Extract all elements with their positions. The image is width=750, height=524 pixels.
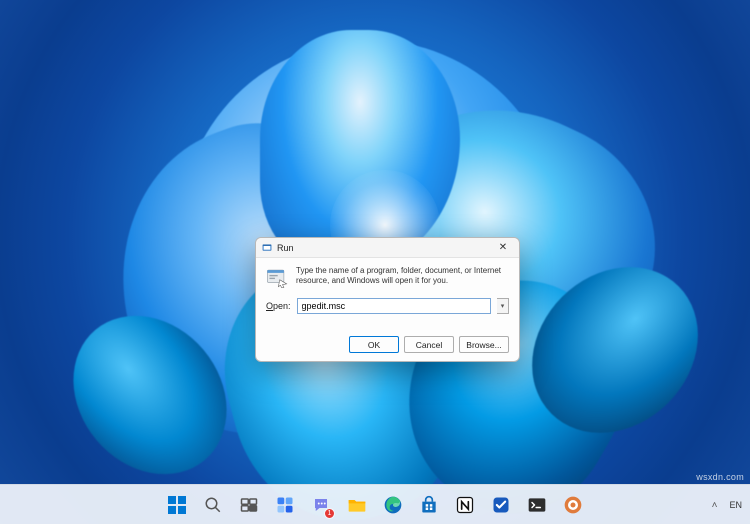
desktop: wsxdn.com Run ✕ Type the name of a progr…	[0, 0, 750, 524]
dialog-description: Type the name of a program, folder, docu…	[296, 266, 509, 287]
dialog-button-row: OK Cancel Browse...	[256, 330, 519, 361]
todo-icon	[491, 495, 511, 515]
browse-button[interactable]: Browse...	[459, 336, 509, 353]
terminal-icon	[527, 495, 547, 515]
task-view-button[interactable]	[234, 490, 264, 520]
game-icon	[563, 495, 583, 515]
edge-button[interactable]	[378, 490, 408, 520]
ok-button[interactable]: OK	[349, 336, 399, 353]
titlebar[interactable]: Run ✕	[256, 238, 519, 258]
watermark-text: wsxdn.com	[696, 472, 744, 482]
explorer-icon	[347, 495, 367, 515]
start-icon	[167, 495, 187, 515]
cancel-button[interactable]: Cancel	[404, 336, 454, 353]
close-icon: ✕	[499, 243, 507, 253]
chat-badge: 1	[324, 508, 335, 519]
titlebar-title: Run	[277, 243, 294, 253]
chat-button[interactable]: 1	[306, 490, 336, 520]
open-input[interactable]	[297, 298, 491, 314]
tray-chevron-up-icon[interactable]: ˄	[707, 498, 721, 512]
app-todo-button[interactable]	[486, 490, 516, 520]
search-icon	[204, 496, 222, 514]
app-notion-button[interactable]	[450, 490, 480, 520]
run-titlebar-icon	[262, 243, 272, 253]
run-program-icon	[266, 266, 288, 288]
store-icon	[419, 495, 439, 515]
system-tray[interactable]: ˄ EN	[707, 485, 742, 524]
open-label: Open:	[266, 301, 291, 311]
widgets-button[interactable]	[270, 490, 300, 520]
run-dialog: Run ✕ Type the name of a program, folder…	[255, 237, 520, 362]
widgets-icon	[276, 496, 294, 514]
taskbar: 1 ˄ EN	[0, 484, 750, 524]
app-game-button[interactable]	[558, 490, 588, 520]
search-button[interactable]	[198, 490, 228, 520]
open-dropdown-button[interactable]: ▾	[497, 298, 509, 314]
file-explorer-button[interactable]	[342, 490, 372, 520]
app-terminal-button[interactable]	[522, 490, 552, 520]
dialog-body: Type the name of a program, folder, docu…	[256, 258, 519, 330]
chevron-down-icon: ▾	[501, 302, 505, 310]
notion-icon	[455, 495, 475, 515]
language-indicator[interactable]: EN	[729, 500, 742, 510]
edge-icon	[383, 495, 403, 515]
task-view-icon	[240, 496, 258, 514]
close-button[interactable]: ✕	[490, 240, 516, 256]
start-button[interactable]	[162, 490, 192, 520]
store-button[interactable]	[414, 490, 444, 520]
taskbar-center: 1	[162, 490, 588, 520]
